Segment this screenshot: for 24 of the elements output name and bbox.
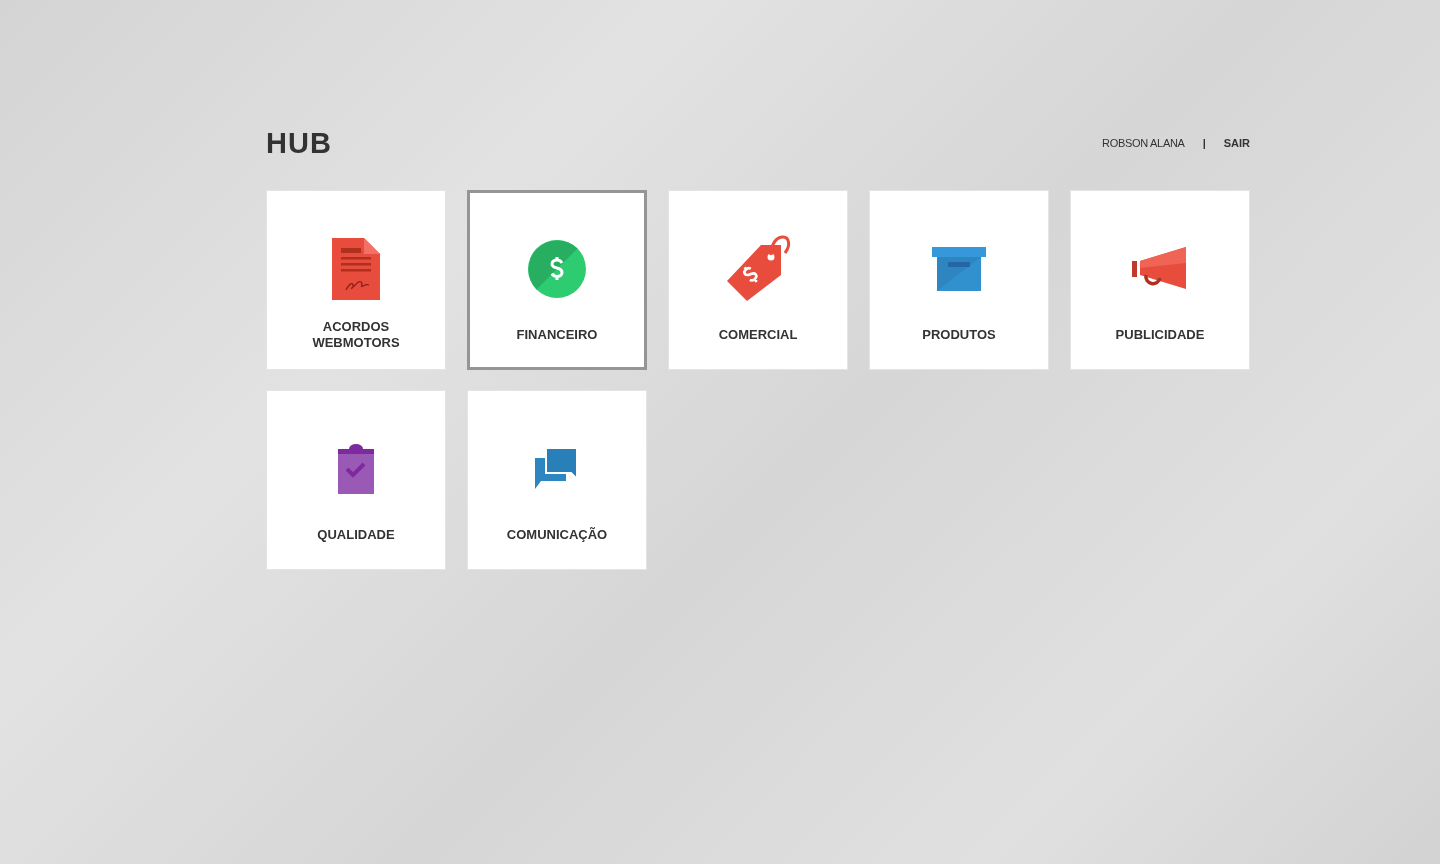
module-tile[interactable]: FINANCEIRO xyxy=(467,190,647,370)
module-tile[interactable]: QUALIDADE xyxy=(266,390,446,570)
clipboard-check-icon xyxy=(338,444,374,494)
logout-link[interactable]: SAIR xyxy=(1223,137,1250,149)
tile-label: PRODUTOS xyxy=(921,326,997,344)
logo: HUB xyxy=(266,126,332,160)
box-icon xyxy=(932,247,986,291)
megaphone-icon xyxy=(1132,247,1188,291)
tile-label: COMERCIAL xyxy=(717,326,799,344)
tile-label: QUALIDADE xyxy=(316,526,396,544)
tile-label: FINANCEIRO xyxy=(515,326,599,344)
module-tile[interactable]: PRODUTOS xyxy=(869,190,1049,370)
module-tile[interactable]: PUBLICIDADE xyxy=(1070,190,1250,370)
module-tile[interactable]: COMUNICAÇÃO xyxy=(467,390,647,570)
dollar-coin-icon xyxy=(528,240,586,298)
user-name: ROBSON ALANA xyxy=(1102,137,1185,149)
tile-label: COMUNICAÇÃO xyxy=(505,526,609,544)
module-tile[interactable]: ACORDOS WEBMOTORS xyxy=(266,190,446,370)
module-tile[interactable]: COMERCIAL xyxy=(668,190,848,370)
document-icon xyxy=(332,238,380,300)
chat-bubbles-icon xyxy=(535,448,579,490)
separator: | xyxy=(1202,137,1206,149)
tile-label: ACORDOS WEBMOTORS xyxy=(311,318,401,352)
tile-label: PUBLICIDADE xyxy=(1114,326,1206,344)
